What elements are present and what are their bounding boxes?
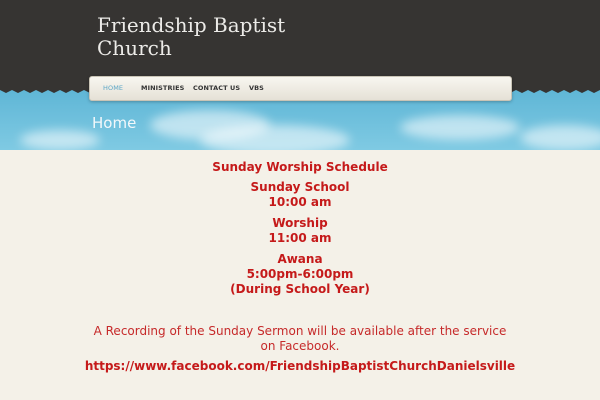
recording-notice: A Recording of the Sunday Sermon will be…: [93, 324, 507, 353]
main-nav: HOME MINISTRIES CONTACT US VBS: [89, 76, 512, 101]
nav-item-home[interactable]: HOME: [103, 77, 123, 100]
facebook-link[interactable]: https://www.facebook.com/FriendshipBapti…: [0, 359, 600, 374]
site-title[interactable]: Friendship Baptist Church: [97, 14, 337, 60]
awana-time: 5:00pm-6:00pm: [246, 267, 354, 281]
nav-item-ministries[interactable]: MINISTRIES: [141, 77, 184, 100]
worship-label: Worship: [272, 216, 328, 230]
awana-label: Awana: [277, 252, 323, 266]
worship-time: 11:00 am: [268, 231, 332, 245]
nav-item-contact-us[interactable]: CONTACT US: [193, 77, 240, 100]
page-title: Home: [92, 114, 137, 132]
schedule-title: Sunday Worship Schedule: [212, 160, 388, 174]
sunday-school-time: 10:00 am: [268, 195, 332, 209]
sunday-school-label: Sunday School: [250, 180, 350, 194]
main-content: Sunday Worship Schedule Sunday School 10…: [0, 150, 600, 400]
awana-note: (During School Year): [230, 282, 370, 296]
nav-item-vbs[interactable]: VBS: [249, 77, 264, 100]
